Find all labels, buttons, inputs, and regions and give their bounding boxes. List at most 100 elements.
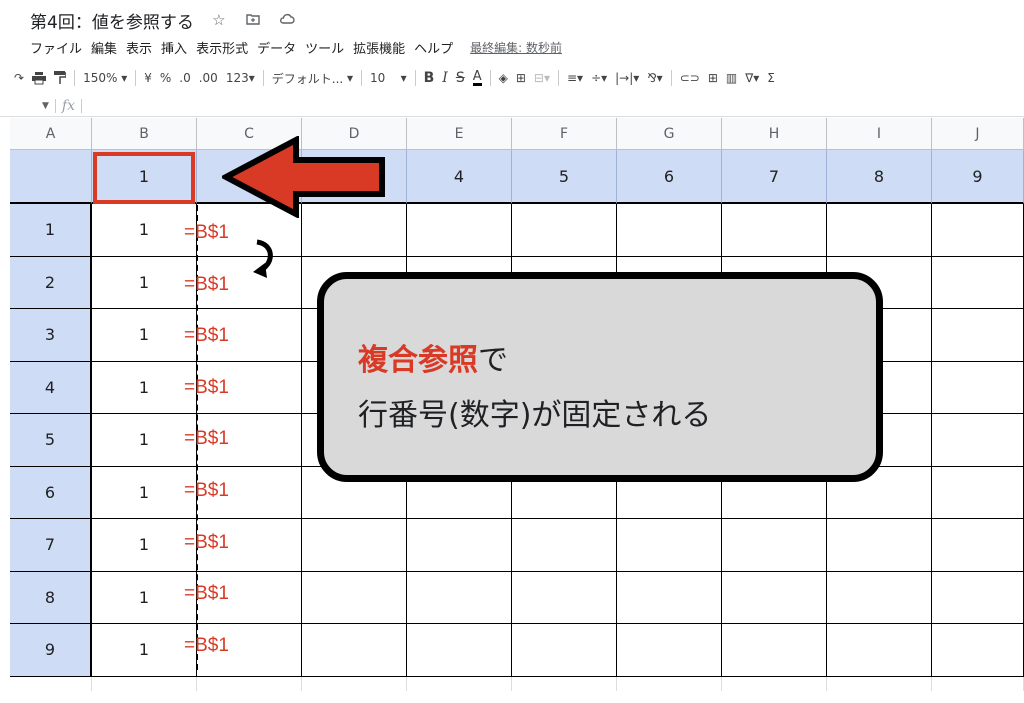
paint-format-icon[interactable] [54,71,67,85]
table-cell[interactable] [302,571,407,624]
row-header[interactable]: 1 [10,204,92,257]
horizontal-align-icon[interactable]: ≡▾ [567,71,583,85]
table-cell[interactable] [302,624,407,677]
move-to-folder-icon[interactable] [244,11,262,29]
table-cell[interactable] [932,414,1024,467]
table-cell[interactable] [722,624,827,677]
table-cell[interactable]: 1 [92,256,197,309]
menu-item[interactable]: 拡張機能 [353,38,405,57]
insert-chart-icon[interactable]: ▥ [726,71,737,85]
italic-button[interactable]: I [442,70,448,86]
table-cell[interactable] [512,204,617,257]
column-header[interactable]: J [932,118,1024,150]
header-row-cell[interactable]: 9 [932,150,1024,204]
table-cell[interactable] [932,256,1024,309]
table-cell[interactable] [932,309,1024,362]
menu-item[interactable]: 表示形式 [196,38,248,57]
menu-item[interactable]: ツール [305,38,344,57]
header-row-cell[interactable]: 7 [722,150,827,204]
text-rotate-icon[interactable]: ⅋▾ [647,71,662,85]
table-cell[interactable] [722,204,827,257]
row-header[interactable]: 2 [10,256,92,309]
font-size-select[interactable]: 10 ▾ [370,71,407,85]
decrease-decimal-button[interactable]: .0 [179,71,190,85]
redo-icon[interactable]: ↷ [14,71,24,85]
table-cell[interactable] [722,571,827,624]
table-cell[interactable] [932,624,1024,677]
table-cell[interactable] [932,519,1024,572]
insert-link-icon[interactable]: ⊂⊃ [680,71,700,85]
filter-icon[interactable]: ∇▾ [745,71,759,85]
column-header[interactable]: F [512,118,617,150]
table-cell[interactable] [512,519,617,572]
table-cell[interactable] [827,571,932,624]
functions-icon[interactable]: Σ [767,71,775,85]
row-header[interactable]: 8 [10,571,92,624]
table-cell[interactable] [932,466,1024,519]
column-header[interactable]: A [10,118,92,150]
insert-comment-icon[interactable]: ⊞ [708,71,718,85]
bold-button[interactable]: B [424,70,435,86]
print-icon[interactable] [32,71,47,85]
column-header[interactable]: E [407,118,512,150]
star-icon[interactable]: ☆ [210,11,228,29]
table-cell[interactable] [617,624,722,677]
table-cell[interactable] [617,204,722,257]
table-cell[interactable] [407,519,512,572]
borders-icon[interactable]: ⊞ [516,71,526,85]
table-cell[interactable]: 1 [92,204,197,257]
header-row-cell[interactable]: 8 [827,150,932,204]
strikethrough-button[interactable]: S [456,70,465,86]
table-cell[interactable] [827,624,932,677]
table-cell[interactable] [827,519,932,572]
row-header[interactable]: 9 [10,624,92,677]
font-select[interactable]: デフォルト... ▾ [272,70,353,87]
row-header[interactable]: 3 [10,309,92,362]
header-row-cell[interactable]: 6 [617,150,722,204]
table-cell[interactable] [932,571,1024,624]
increase-decimal-button[interactable]: .00 [199,71,218,85]
table-cell[interactable] [617,519,722,572]
table-cell[interactable] [932,204,1024,257]
row-header[interactable]: 7 [10,519,92,572]
menu-item[interactable]: ファイル [30,38,82,57]
menu-item[interactable]: 挿入 [161,38,187,57]
cloud-status-icon[interactable] [278,11,296,29]
row-header[interactable]: 5 [10,414,92,467]
zoom-select[interactable]: 150% ▾ [83,71,127,85]
table-cell[interactable] [512,571,617,624]
table-cell[interactable] [407,204,512,257]
table-cell[interactable]: 1 [92,414,197,467]
table-cell[interactable] [932,361,1024,414]
fill-color-icon[interactable]: ◈ [499,71,508,85]
percent-format-button[interactable]: % [160,71,171,85]
text-wrap-icon[interactable]: |→|▾ [615,71,639,85]
table-cell[interactable] [617,571,722,624]
column-header[interactable]: G [617,118,722,150]
menu-item[interactable]: 編集 [91,38,117,57]
row-header[interactable]: 4 [10,361,92,414]
table-cell[interactable]: 1 [92,466,197,519]
header-row-cell[interactable]: 4 [407,150,512,204]
row-header[interactable]: 6 [10,466,92,519]
number-format-select[interactable]: 123 ▾ [226,71,255,85]
last-edit-link[interactable]: 最終編集: 数秒前 [470,39,562,56]
menu-item[interactable]: 表示 [126,38,152,57]
table-cell[interactable] [722,519,827,572]
table-cell[interactable] [407,571,512,624]
vertical-align-icon[interactable]: ÷▾ [591,71,607,85]
table-cell[interactable]: 1 [92,309,197,362]
currency-format-button[interactable]: ¥ [144,71,152,85]
column-header[interactable]: H [722,118,827,150]
column-header[interactable]: I [827,118,932,150]
table-cell[interactable]: 1 [92,519,197,572]
header-row-cell[interactable]: 5 [512,150,617,204]
column-header[interactable]: B [92,118,197,150]
table-cell[interactable] [302,519,407,572]
table-cell[interactable]: 1 [92,361,197,414]
table-cell[interactable] [407,624,512,677]
header-row-cell[interactable] [10,150,92,204]
table-cell[interactable]: 1 [92,624,197,677]
table-cell[interactable]: 1 [92,571,197,624]
merge-cells-icon[interactable]: ⊟▾ [534,71,550,85]
